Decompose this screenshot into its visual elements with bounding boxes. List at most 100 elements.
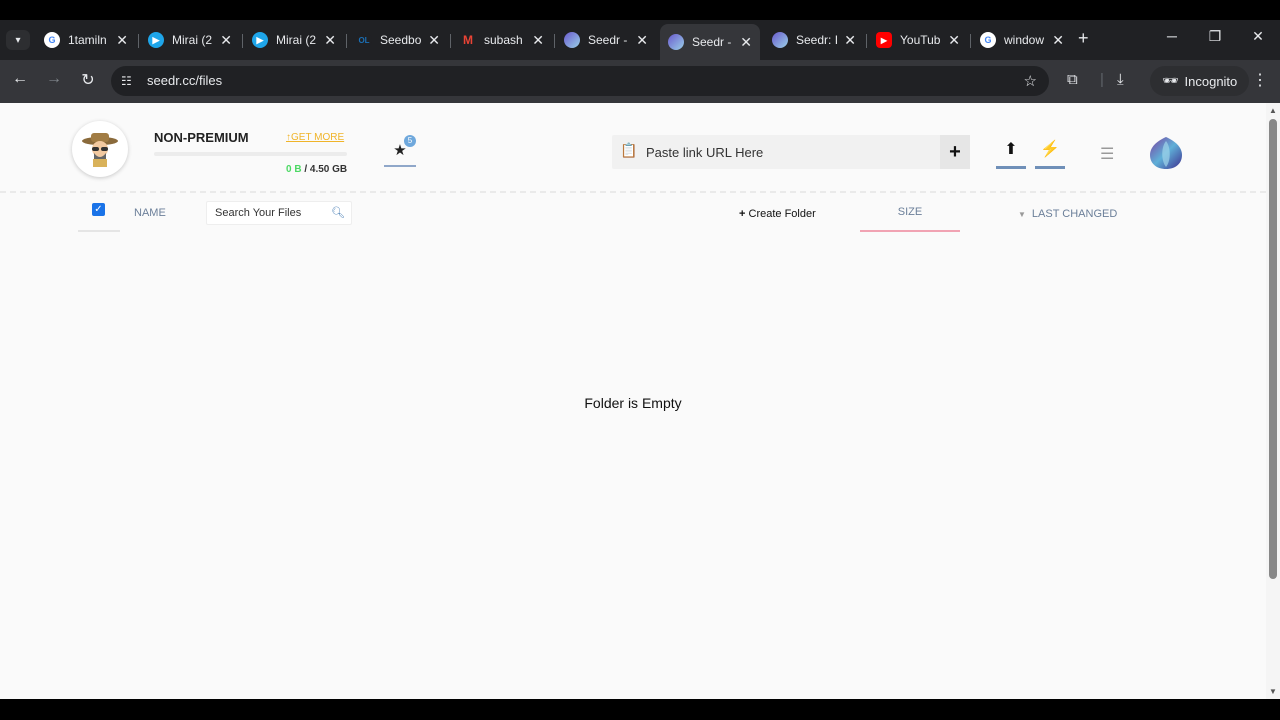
get-more-link[interactable]: ↑GET MORE (286, 132, 344, 143)
seedr-logo-icon[interactable] (1149, 135, 1183, 171)
account-header: NON-PREMIUM ↑GET MORE 0 B / 4.50 GB ★ 5 … (0, 103, 1266, 193)
reload-icon[interactable]: ↻ (76, 70, 100, 90)
paste-link-bar: 📋 + (612, 135, 970, 169)
quick-action-button[interactable]: ⚡ (1035, 139, 1065, 169)
incognito-icon: 🕶 (1162, 73, 1179, 88)
browser-tab[interactable]: G window ✕ (972, 24, 1072, 56)
close-icon[interactable]: ✕ (636, 32, 648, 49)
tab-title: subash (484, 33, 523, 47)
sort-arrow-icon: ▼ (1018, 210, 1026, 219)
scroll-down-icon[interactable]: ▼ (1269, 687, 1277, 696)
browser-tab[interactable]: ▶ YouTub ✕ (868, 24, 968, 56)
new-tab-button[interactable]: + (1078, 28, 1089, 49)
browser-menu-icon[interactable]: ⋮ (1252, 70, 1268, 90)
bookmark-star-icon[interactable]: ☆ (1024, 72, 1037, 90)
avatar[interactable] (72, 121, 128, 177)
site-info-icon[interactable]: ☷ (121, 74, 132, 88)
seedr-icon (564, 32, 580, 48)
search-icon[interactable]: 🔍︎ (331, 206, 345, 219)
close-icon[interactable]: ✕ (948, 32, 960, 49)
google-icon: G (44, 32, 60, 48)
browser-tab[interactable]: ▶ Mirai (2 ✕ (140, 24, 240, 56)
checkbox-underline (78, 230, 120, 232)
storage-used: 0 B (286, 164, 302, 175)
seedr-icon (668, 34, 684, 50)
tab-title: YouTub (900, 33, 941, 47)
tab-divider (346, 34, 347, 48)
page-scrollbar[interactable]: ▲ ▼ (1266, 103, 1280, 699)
browser-tab[interactable]: M subash ✕ (452, 24, 552, 56)
storage-progress-bar (154, 152, 347, 156)
add-link-button[interactable]: + (940, 135, 970, 169)
incognito-indicator[interactable]: 🕶 Incognito (1150, 66, 1250, 96)
starred-button[interactable]: ★ 5 (384, 131, 416, 167)
create-folder-label: Create Folder (748, 208, 816, 220)
gmail-icon: M (460, 32, 476, 48)
select-all-checkbox[interactable]: ✓ (92, 203, 105, 216)
tab-search-button[interactable]: ▾ (6, 30, 30, 50)
extensions-icon[interactable]: ⧉ (1067, 71, 1078, 88)
tab-title: Seedr - (692, 35, 732, 49)
paste-link-input[interactable] (646, 141, 936, 163)
incognito-label: Incognito (1184, 73, 1238, 89)
restore-icon[interactable]: ❐ (1195, 28, 1235, 45)
tab-divider (554, 34, 555, 48)
download-icon[interactable]: ⤓ (1117, 71, 1124, 88)
browser-tab-active[interactable]: Seedr - ✕ (660, 24, 760, 60)
lightning-icon: ⚡ (1040, 141, 1060, 158)
url-text[interactable]: seedr.cc/files (147, 73, 222, 88)
back-icon[interactable]: ← (8, 70, 32, 88)
upload-button[interactable]: ⬆ (996, 139, 1026, 169)
notification-badge: 5 (404, 135, 416, 147)
close-icon[interactable]: ✕ (116, 32, 128, 49)
close-window-icon[interactable]: ✕ (1238, 28, 1278, 45)
close-icon[interactable]: ✕ (324, 32, 336, 49)
toolbar-divider: | (1100, 71, 1104, 88)
play-icon: ▶ (148, 32, 164, 48)
close-icon[interactable]: ✕ (1052, 32, 1064, 49)
explorer-avatar-icon (82, 133, 118, 167)
browser-toolbar: ← → ↻ ☷ seedr.cc/files ☆ ⧉ | ⤓ 🕶 Incogni… (0, 60, 1280, 103)
scrollbar-thumb[interactable] (1269, 119, 1277, 579)
close-icon[interactable]: ✕ (844, 32, 856, 49)
hamburger-menu-icon[interactable]: ☰ (1100, 144, 1114, 164)
tab-divider (138, 34, 139, 48)
seedbox-icon: OL (356, 32, 372, 48)
tab-title: Seedr - (588, 33, 628, 47)
browser-tab[interactable]: ▶ Mirai (2 ✕ (244, 24, 344, 56)
browser-tab[interactable]: Seedr: I ✕ (764, 24, 864, 56)
upload-icon: ⬆ (1004, 141, 1018, 158)
close-icon[interactable]: ✕ (532, 32, 544, 49)
name-column-header[interactable]: NAME (134, 207, 166, 219)
tab-title: 1tamiln (68, 33, 107, 47)
browser-tabstrip: ▾ G 1tamiln ✕ ▶ Mirai (2 ✕ ▶ Mirai (2 ✕ … (0, 20, 1280, 60)
address-bar[interactable]: ☷ seedr.cc/files ☆ (111, 66, 1049, 96)
close-icon[interactable]: ✕ (428, 32, 440, 49)
tab-divider (970, 34, 971, 48)
empty-folder-message: Folder is Empty (584, 395, 682, 411)
last-changed-column-header[interactable]: ▼ LAST CHANGED (1018, 208, 1117, 220)
tab-title: Seedbo (380, 33, 422, 47)
size-column-header[interactable]: SIZE (860, 195, 960, 232)
minimize-icon[interactable]: ─ (1152, 28, 1192, 44)
storage-usage: 0 B / 4.50 GB (286, 164, 347, 175)
browser-tab[interactable]: OL Seedbo ✕ (348, 24, 448, 56)
scroll-up-icon[interactable]: ▲ (1269, 106, 1277, 115)
browser-tab[interactable]: G 1tamiln ✕ (36, 24, 136, 56)
close-icon[interactable]: ✕ (220, 32, 232, 49)
clipboard-icon[interactable]: 📋 (620, 142, 637, 159)
youtube-icon: ▶ (876, 32, 892, 48)
tab-divider (866, 34, 867, 48)
forward-icon[interactable]: → (42, 70, 66, 88)
browser-tab[interactable]: Seedr - ✕ (556, 24, 656, 56)
close-icon[interactable]: ✕ (740, 34, 752, 51)
last-changed-label: LAST CHANGED (1031, 208, 1118, 220)
seedr-page: NON-PREMIUM ↑GET MORE 0 B / 4.50 GB ★ 5 … (0, 103, 1280, 699)
tab-title: window (1004, 33, 1045, 47)
tab-title: Mirai (2 (172, 33, 213, 47)
file-search-input[interactable] (215, 205, 331, 221)
tab-title: Mirai (2 (276, 33, 317, 47)
google-icon: G (980, 32, 996, 48)
create-folder-button[interactable]: + Create Folder (739, 208, 816, 220)
file-list-header: ✓ NAME 🔍︎ + Create Folder SIZE ▼ LAST CHA… (0, 195, 1266, 241)
